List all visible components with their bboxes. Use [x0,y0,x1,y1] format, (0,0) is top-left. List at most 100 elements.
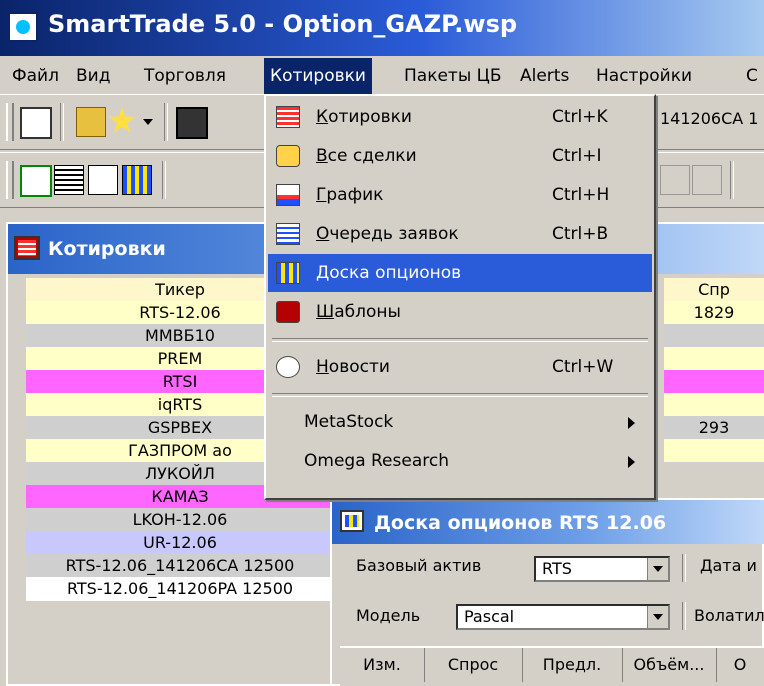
spread-cell [664,439,764,462]
disabled-tool-icon[interactable] [660,165,690,195]
window-title: SmartTrade 5.0 - Option_GAZP.wsp [48,10,518,38]
app-icon[interactable] [8,12,38,42]
spread-cell [664,347,764,370]
list-icon[interactable] [54,165,84,195]
menu-separator [272,338,648,342]
menu-mnemonic: О [316,224,330,244]
base-asset-value: RTS [542,559,572,578]
menu-item-label: График [316,176,383,214]
menu-item-10[interactable]: Omega Research [268,442,652,480]
menu-item-text: рафик [326,185,384,205]
ticker-row[interactable]: RTS-12.06_141206PA 12500 [26,577,335,601]
toolbar-separator [164,103,168,141]
menu-shortcut: Ctrl+K [552,107,608,127]
chevron-down-icon[interactable] [647,558,668,580]
submenu-arrow-icon [628,456,635,468]
menu-bar: Файл Вид Торговля Котировки Пакеты ЦБ Alerts Н… [0,58,764,94]
options-board-icon [276,262,300,284]
submenu-label: Omega Research [304,451,449,471]
menu-item-5[interactable]: Шаблоны [268,293,652,331]
menu-shortcut: Ctrl+I [552,146,602,166]
menu-2[interactable]: Торговля [138,58,232,94]
menu-separator [272,393,648,397]
base-asset-select[interactable]: RTS [534,556,670,582]
menu-item-label: Все сделки [316,137,417,175]
quotes-dropdown-menu: Котировки Ctrl+K Все сделки Ctrl+I График Ctr… [264,94,656,500]
favorites-dropdown-icon[interactable] [140,107,156,135]
new-order-icon[interactable] [20,165,52,197]
menu-item-2[interactable]: График Ctrl+H [268,176,652,214]
model-label: Модель [356,606,421,625]
menu-item-text: аблоны [334,302,401,322]
monitor-icon[interactable] [20,107,52,139]
chevron-down-icon[interactable] [647,606,668,628]
menu-item-0[interactable]: Котировки Ctrl+K [268,98,652,136]
disabled-grid-icon[interactable] [692,165,722,195]
menu-item-label: Очередь заявок [316,215,459,253]
save-disk-icon[interactable] [176,107,208,139]
options-column-header[interactable]: Предл. [522,648,623,682]
toolbar-grip[interactable] [6,161,14,199]
menu-item-label: Новости [316,348,390,386]
menu-3[interactable]: Котировки [264,58,372,94]
menu-0[interactable]: Файл [6,58,65,94]
favorites-star-icon[interactable] [108,107,136,133]
quotes-window-title: Котировки [48,238,166,260]
menu-item-4[interactable]: Доска опционов [268,254,652,292]
quotes-table-icon [14,236,40,260]
options-table-header: Изм. Спрос Предл. Объём... О [340,646,764,686]
menu-7[interactable]: С [740,58,764,94]
ticker-row[interactable]: RTS-12.06_141206CA 12500 [26,554,335,578]
menu-item-label: Доска опционов [316,254,461,292]
toolbar-instrument-text: 141206CA 1 [660,109,759,128]
options-board-icon [340,510,364,532]
separator [682,554,686,582]
menu-6[interactable]: Настройки [590,58,698,94]
news-icon [276,356,300,378]
templates-icon [276,301,300,323]
menu-shortcut: Ctrl+H [552,185,610,205]
menu-item-1[interactable]: Все сделки Ctrl+I [268,137,652,175]
open-folder-icon[interactable] [76,107,106,137]
ticker-row[interactable]: UR-12.06 [26,531,335,555]
menu-1[interactable]: Вид [70,58,116,94]
ticker-row[interactable]: LKOH-12.06 [26,508,335,532]
grid-icon[interactable] [122,165,152,195]
toolbar-grip[interactable] [6,103,14,141]
spread-column-header[interactable]: Спр [664,278,764,301]
spread-cell: 1829 [664,301,764,324]
menu-4[interactable]: Пакеты ЦБ [398,58,508,94]
model-value: Pascal [464,607,515,626]
menu-mnemonic: Д [316,263,330,283]
quotes-icon [276,106,300,128]
submenu-label: MetaStock [304,412,394,432]
options-column-header[interactable]: Изм. [340,648,425,682]
options-board-title: Доска опционов RTS 12.06 [374,512,667,534]
toolbar-separator [162,161,166,199]
menu-mnemonic: Н [316,357,329,377]
all-deals-icon [276,145,300,167]
menu-item-text: овости [328,357,390,377]
menu-shortcut: Ctrl+B [552,224,609,244]
menu-item-7[interactable]: Новости Ctrl+W [268,348,652,386]
order-queue-icon [276,223,300,245]
menu-item-text: чередь заявок [329,224,459,244]
menu-mnemonic: К [316,107,329,127]
options-column-header[interactable]: Объём... [622,648,717,682]
base-asset-label: Базовый актив [356,556,482,575]
options-column-header[interactable]: О [716,648,764,682]
submenu-arrow-icon [628,417,635,429]
menu-shortcut: Ctrl+W [552,357,614,377]
menu-item-3[interactable]: Очередь заявок Ctrl+B [268,215,652,253]
chart-icon [276,184,300,206]
properties-icon[interactable] [88,165,118,195]
menu-item-9[interactable]: MetaStock [268,403,652,441]
spread-cell [664,324,764,347]
menu-item-text: отировки [328,107,412,127]
options-column-header[interactable]: Спрос [424,648,523,682]
menu-item-label: Шаблоны [316,293,401,331]
spread-cell [664,370,764,393]
model-select[interactable]: Pascal [456,604,670,630]
menu-5[interactable]: Alerts [514,58,575,94]
menu-mnemonic: В [316,146,328,166]
